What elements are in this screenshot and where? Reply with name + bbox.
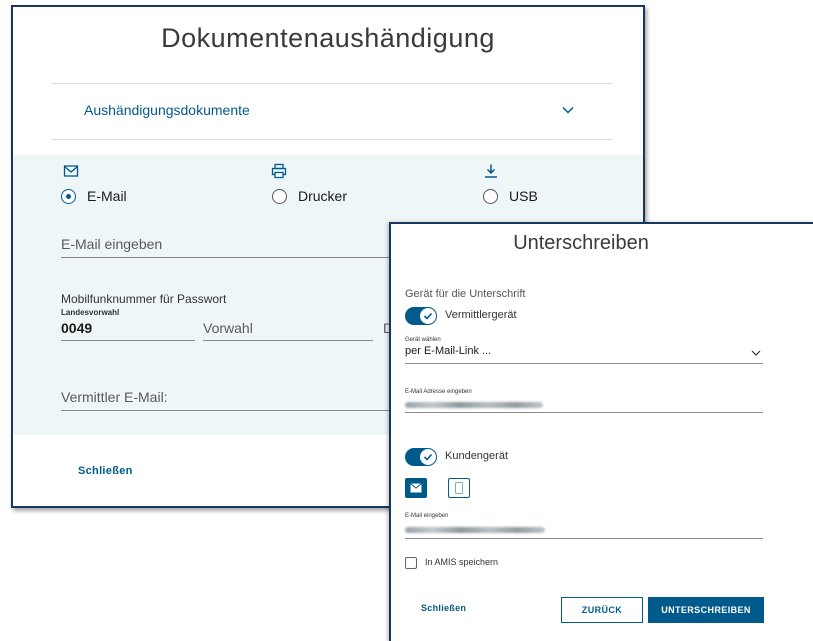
agent-email-input[interactable]: Vermittler E-Mail:	[61, 389, 168, 405]
accordion-label[interactable]: Aushändigungsdokumente	[84, 102, 250, 118]
mail-icon	[410, 483, 422, 493]
area-code-input[interactable]: Vorwahl	[203, 320, 253, 336]
divider	[51, 139, 613, 140]
radio-email[interactable]	[61, 189, 76, 204]
option-label-usb[interactable]: USB	[509, 188, 538, 204]
radio-printer[interactable]	[272, 189, 287, 204]
option-label-email[interactable]: E-Mail	[87, 188, 127, 204]
mail-channel-button[interactable]	[405, 478, 427, 498]
mail-icon	[63, 165, 79, 177]
customer-email-underline	[405, 538, 763, 539]
dialog-title: Dokumentenaushändigung	[161, 23, 495, 53]
mobile-channel-button[interactable]	[448, 478, 470, 498]
country-code-label: Landesvorwahl	[61, 308, 120, 317]
email-address-label: E-Mail Adresse eingeben	[405, 389, 472, 395]
customer-device-toggle-label: Kundengerät	[445, 450, 508, 462]
email-input-underline	[61, 257, 401, 258]
agent-email-underline	[61, 410, 401, 411]
close-button[interactable]: Schließen	[421, 603, 466, 613]
country-code-field[interactable]: 0049	[61, 320, 92, 336]
option-label-printer[interactable]: Drucker	[298, 188, 347, 204]
divider	[51, 83, 613, 84]
download-icon	[485, 164, 497, 178]
chevron-down-icon[interactable]	[561, 103, 575, 117]
check-icon	[423, 453, 433, 461]
back-button[interactable]: ZURÜCK	[561, 597, 643, 623]
device-section-label: Gerät für die Unterschrift	[405, 288, 526, 300]
sign-button[interactable]: UNTERSCHREIBEN	[648, 597, 764, 623]
redacted-email-value	[405, 402, 543, 408]
mobile-number-label: Mobilfunknummer für Passwort	[61, 292, 227, 306]
device-select-underline	[405, 363, 763, 364]
close-button[interactable]: Schließen	[78, 465, 133, 477]
check-icon	[423, 312, 433, 320]
customer-email-label: E-Mail eingeben	[405, 513, 449, 519]
customer-device-toggle[interactable]	[405, 448, 437, 466]
device-select[interactable]: per E-Mail-Link ...	[405, 345, 491, 357]
country-code-underline	[61, 340, 195, 341]
redacted-customer-email-value	[405, 527, 545, 533]
dialog-title: Unterschreiben	[513, 232, 649, 254]
printer-icon	[271, 163, 287, 179]
area-code-underline	[203, 340, 373, 341]
chevron-down-icon[interactable]	[751, 348, 761, 358]
email-address-underline	[405, 412, 763, 413]
save-amis-checkbox[interactable]	[405, 557, 417, 569]
select-device-label: Gerät wählen	[405, 337, 441, 343]
email-input[interactable]: E-Mail eingeben	[61, 236, 162, 252]
agent-device-toggle[interactable]	[405, 307, 437, 325]
agent-device-toggle-label: Vermittlergerät	[445, 309, 517, 321]
mobile-icon	[455, 482, 463, 494]
radio-usb[interactable]	[483, 189, 498, 204]
save-amis-label[interactable]: In AMIS speichern	[425, 557, 498, 567]
sign-dialog: Unterschreiben Gerät für die Unterschrif…	[389, 222, 813, 641]
